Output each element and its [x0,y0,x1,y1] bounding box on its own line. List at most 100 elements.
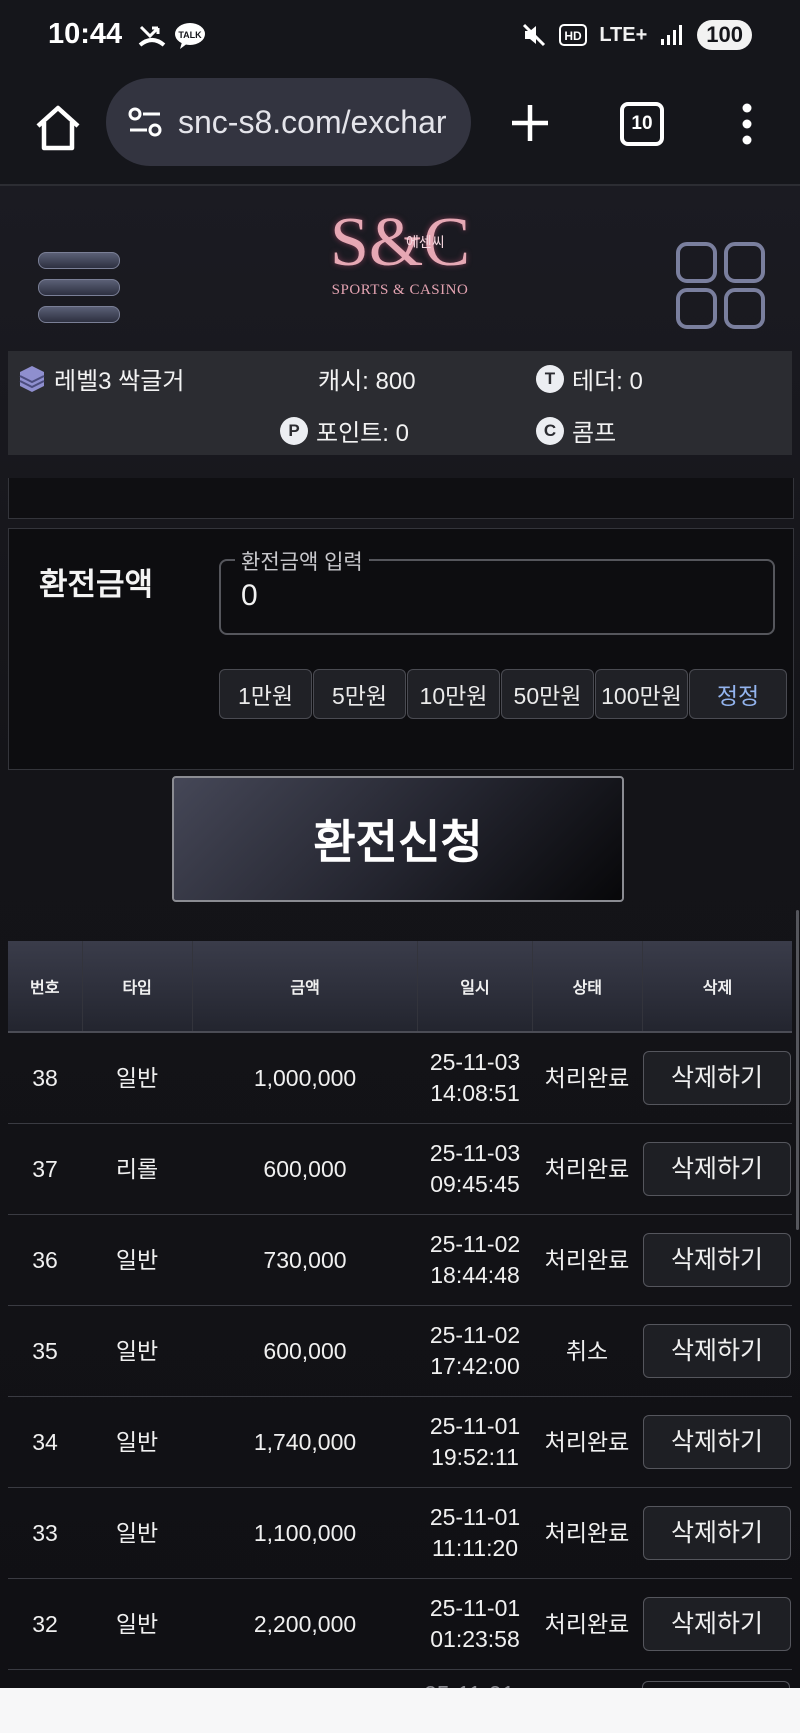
chip-50k-button[interactable]: 5만원 [313,669,406,719]
row-type: 일반 [115,1428,159,1455]
tab-switcher-button[interactable]: 10 [620,102,664,146]
table-row: 34 일반 1,740,000 25-11-01 19:52:11 처리완료 삭제… [8,1397,792,1488]
amount-chip-row: 1만원 5만원 10만원 50만원 100만원 정정 [219,669,787,719]
status-bar: 10:44 TALK HD LTE+ 100 [0,0,800,72]
battery-indicator: 100 [697,20,752,50]
grid-cell [676,288,717,329]
row-amount: 730,000 [263,1246,347,1273]
table-header: 번호 타입 금액 일시 상태 삭제 [8,941,792,1033]
row-amount: 1,000,000 [253,1064,357,1091]
hd-icon: HD [559,24,588,46]
user-level: 레벨3 싹글거 [18,361,184,396]
talk-icon: TALK [175,23,205,49]
hamburger-bar [38,306,120,323]
exchange-amount-input[interactable]: 환전금액 입력 0 [219,546,775,635]
row-type: 일반 [115,1610,159,1637]
missed-call-icon [138,25,166,47]
row-type: 일반 [115,1064,159,1091]
row-status: 처리완료 [544,1519,630,1546]
row-time: 17:42:00 [430,1353,520,1379]
delete-button[interactable]: 삭제하기 [643,1506,791,1560]
site-logo[interactable]: S&C 에센씨 SPORTS & CASINO [320,196,480,326]
cash-text: 캐시: 800 [318,368,416,395]
row-status: 처리완료 [544,1064,630,1091]
address-bar[interactable]: snc-s8.com/exchar [106,78,471,166]
hamburger-menu-icon[interactable] [38,252,120,333]
browser-toolbar: snc-s8.com/exchar 10 [0,72,800,186]
row-number: 37 [32,1155,58,1182]
comp-text: 콤프 [572,420,617,447]
user-info-bar: 레벨3 싹글거 캐시: 800 T 테더: 0 P 포인트: 0 C 콤프 [8,351,792,455]
row-number: 34 [32,1428,58,1455]
row-date: 25-11-02 [429,1322,521,1348]
row-status: 처리완료 [544,1610,630,1637]
header-datetime: 일시 [418,941,533,1031]
chip-100k-button[interactable]: 10만원 [407,669,500,719]
chip-500k-button[interactable]: 50만원 [501,669,594,719]
amount-input-value[interactable]: 0 [241,579,258,613]
page-scrollbar[interactable] [796,910,799,1230]
row-type: 일반 [115,1246,159,1273]
header-number: 번호 [8,941,83,1031]
level-badge-icon [19,365,45,392]
row-amount: 2,200,000 [253,1610,357,1637]
delete-button[interactable]: 삭제하기 [643,1324,791,1378]
app-grid-icon[interactable] [676,242,765,330]
svg-text:HD: HD [565,29,583,43]
row-datetime: 25-11-02 17:42:00 [418,1306,532,1396]
exchange-submit-button[interactable]: 환전신청 [172,776,624,902]
home-icon[interactable] [30,100,86,156]
cash-balance: 캐시: 800 [318,361,416,396]
table-row: 36 일반 730,000 25-11-02 18:44:48 처리완료 삭제하기 [8,1215,792,1306]
hamburger-bar [38,279,120,296]
chip-1m-button[interactable]: 100만원 [595,669,688,719]
table-row: 32 일반 2,200,000 25-11-01 01:23:58 처리완료 삭제… [8,1579,792,1670]
system-icons: HD LTE+ 100 [521,20,752,50]
delete-button[interactable]: 삭제하기 [643,1415,791,1469]
previous-panel-edge [8,478,794,519]
table-row: 38 일반 1,000,000 25-11-03 14:08:51 처리완료 삭제… [8,1033,792,1124]
delete-button[interactable]: 삭제하기 [643,1051,791,1105]
row-time: 09:45:45 [430,1171,520,1197]
url-text[interactable]: snc-s8.com/exchar [178,104,447,141]
delete-button[interactable]: 삭제하기 [643,1233,791,1287]
point-text: 포인트: 0 [316,420,409,447]
network-type: LTE+ [599,23,648,46]
table-row: 35 일반 600,000 25-11-02 17:42:00 취소 삭제하기 [8,1306,792,1397]
row-status: 처리완료 [544,1428,630,1455]
chip-10k-button[interactable]: 1만원 [219,669,312,719]
row-time: 14:08:51 [430,1080,520,1106]
grid-cell [676,242,717,283]
exchange-amount-label: 환전금액 [39,567,154,602]
notification-icons: TALK [138,22,206,50]
row-status: 처리완료 [544,1155,630,1182]
row-number: 35 [32,1337,58,1364]
delete-button[interactable]: 삭제하기 [643,1597,791,1651]
svg-text:TALK: TALK [178,30,202,40]
row-datetime: 25-11-01 11:11:20 [418,1488,532,1578]
row-datetime: 25-11-01 19:52:11 [418,1397,532,1487]
more-menu-icon[interactable] [732,102,762,146]
comp-icon: C [536,416,564,445]
clock: 10:44 [48,18,123,50]
row-status: 취소 [565,1337,609,1364]
point-balance: P 포인트: 0 [280,413,409,448]
row-date: 25-11-03 [429,1049,521,1075]
new-tab-icon[interactable] [505,98,555,148]
row-date: 25-11-02 [429,1231,521,1257]
reset-amount-button[interactable]: 정정 [689,669,787,719]
header-delete: 삭제 [702,980,733,997]
logo-korean: 에센씨 [406,234,445,250]
comp-link[interactable]: C 콤프 [536,413,616,448]
table-row: 33 일반 1,100,000 25-11-01 11:11:20 처리완료 삭제… [8,1488,792,1579]
mute-icon [523,23,546,47]
row-amount: 1,100,000 [253,1519,357,1546]
delete-button[interactable]: 삭제하기 [643,1142,791,1196]
header-type: 타입 [83,941,193,1031]
row-number: 36 [32,1246,58,1273]
row-amount: 600,000 [263,1155,347,1182]
site-settings-icon[interactable] [126,103,164,141]
row-datetime: 25-11-02 18:44:48 [418,1215,532,1305]
header-status: 상태 [533,941,643,1031]
row-datetime: 25-11-03 14:08:51 [418,1033,532,1123]
